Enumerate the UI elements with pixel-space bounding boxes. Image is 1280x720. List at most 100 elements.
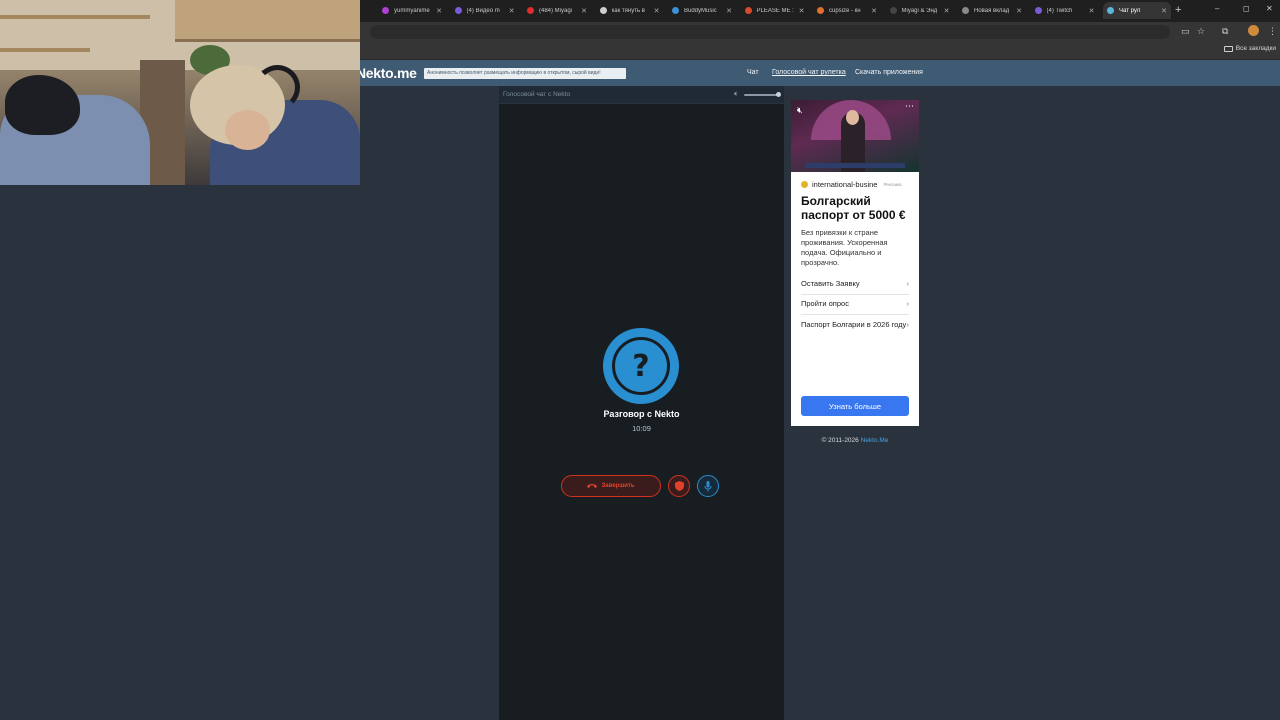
tab-title: PLEASE ME : [756, 7, 794, 14]
cam-cabinet [175, 0, 360, 42]
volume-slider-handle[interactable] [776, 92, 781, 97]
ad-video[interactable]: 🔇︎ ⋯ [791, 100, 919, 172]
anonymity-notice: Анонимность позволяет размещать информац… [424, 68, 626, 79]
browser-tab[interactable]: PLEASE ME : ✕ [741, 2, 809, 19]
ad-link-apply[interactable]: Оставить Заявку › [801, 279, 909, 295]
volume-slider[interactable] [744, 94, 778, 96]
cam-shelf [0, 48, 90, 52]
browser-tab[interactable]: BuddyMusic ✕ [668, 2, 736, 19]
ad-headline[interactable]: Болгарский паспорт от 5000 € [801, 194, 913, 222]
browser-tab[interactable]: Чат рул ✕ [1103, 2, 1171, 19]
browser-tab[interactable]: как тянуть в ✕ [596, 2, 664, 19]
peer-avatar: ? [603, 328, 679, 404]
nav-download-apps-link[interactable]: Скачать приложения [855, 69, 923, 76]
tab-favicon-icon [454, 7, 462, 14]
tab-favicon-icon [1107, 7, 1114, 14]
ad-person-face [846, 110, 859, 125]
tab-close-icon[interactable]: ✕ [1161, 7, 1167, 15]
tab-favicon-icon [744, 7, 752, 14]
tab-close-icon[interactable]: ✕ [436, 7, 442, 15]
tab-favicon-icon [527, 7, 534, 14]
tab-favicon-icon [599, 7, 607, 14]
tab-title: как тянуть в [611, 7, 645, 14]
footer-brand-link[interactable]: Nekto.Me [861, 437, 889, 444]
folder-icon [1223, 45, 1233, 52]
nav-voice-chat-link[interactable]: Голосовой чат рулетка [772, 69, 846, 76]
browser-tab[interactable]: cupsize - кн ✕ [813, 2, 881, 19]
unknown-peer-icon: ? [612, 337, 670, 395]
voice-chat-header: Голосовой чат с Nekto 🔈︎ [499, 86, 784, 104]
voice-chat-panel: Голосовой чат с Nekto 🔈︎ ? Разговор с Ne… [499, 86, 784, 720]
browser-tab[interactable]: (4) Twitch ✕ [1031, 2, 1099, 19]
copyright-text: © 2011-2026 [821, 437, 859, 444]
tab-title: Miyagi & Энд [901, 7, 938, 14]
tab-title: BuddyMusic [684, 7, 717, 14]
all-bookmarks-button[interactable]: Все закладки [1223, 45, 1276, 52]
advertiser-icon [801, 181, 808, 188]
cast-icon[interactable]: ▭ [1181, 26, 1190, 37]
ad-link-passport[interactable]: Паспорт Болгарии в 2026 году › [801, 320, 909, 335]
profile-avatar[interactable] [1248, 25, 1259, 36]
tab-title: (4) Видео m [466, 7, 500, 14]
more-dots-icon[interactable]: ⋯ [905, 101, 914, 112]
tab-favicon-icon [672, 7, 679, 14]
browser-tab[interactable]: (484) Miyagi ✕ [523, 2, 591, 19]
mute-icon[interactable]: 🔇︎ [797, 105, 803, 116]
ad-tag: Реклама [883, 182, 902, 187]
new-tab-button[interactable]: + [1175, 4, 1181, 16]
tab-close-icon[interactable]: ✕ [726, 7, 732, 15]
call-timer: 10:09 [632, 424, 651, 433]
tab-favicon-icon [889, 7, 897, 14]
hang-up-icon [587, 484, 598, 488]
nav-chat-link[interactable]: Чат [747, 69, 759, 76]
site-logo[interactable]: Nekto.me [356, 65, 417, 81]
cam-person-right-hand [225, 110, 270, 150]
minimize-button[interactable]: – [1215, 4, 1219, 13]
browser-tab[interactable]: Miyagi & Энд ✕ [886, 2, 954, 19]
tab-close-icon[interactable]: ✕ [581, 7, 587, 15]
webcam-overlay [0, 0, 360, 185]
browser-tab[interactable]: (4) Видео m ✕ [451, 2, 519, 19]
tab-favicon-icon [817, 7, 824, 14]
maximize-button[interactable]: ◻ [1243, 4, 1250, 13]
tab-close-icon[interactable]: ✕ [944, 7, 950, 15]
ad-source-label: international-busine [812, 180, 878, 189]
all-bookmarks-label: Все закладки [1235, 45, 1276, 52]
voice-chat-title: Голосовой чат с Nekto [503, 91, 571, 98]
address-bar[interactable] [370, 25, 1170, 39]
chevron-right-icon: › [906, 279, 910, 288]
ad-source[interactable]: international-busine Реклама [801, 180, 902, 189]
tab-favicon-icon [382, 7, 389, 14]
ad-subtitle-strip [805, 163, 905, 168]
tab-favicon-icon [962, 7, 969, 14]
chevron-right-icon: › [906, 320, 910, 329]
tab-favicon-icon [1034, 7, 1042, 14]
tab-close-icon[interactable]: ✕ [799, 7, 805, 15]
volume-icon[interactable]: 🔈︎ [734, 89, 739, 99]
tab-close-icon[interactable]: ✕ [871, 7, 877, 15]
shield-icon [674, 481, 684, 491]
bookmark-star-icon[interactable]: ☆ [1197, 26, 1205, 37]
conversation-title: Разговор с Nekto [603, 409, 680, 419]
report-button[interactable] [668, 475, 690, 497]
extensions-icon[interactable]: ⧉ [1222, 26, 1228, 37]
tab-close-icon[interactable]: ✕ [1089, 7, 1095, 15]
chevron-right-icon: › [906, 299, 910, 308]
end-call-label: Завершить [601, 483, 635, 489]
ad-link-label: Пройти опрос [801, 299, 849, 308]
end-call-button[interactable]: Завершить [561, 475, 661, 497]
tab-title: yummyanime [394, 7, 430, 14]
browser-tab[interactable]: Новая вклад ✕ [958, 2, 1026, 19]
menu-dots-icon[interactable]: ⋮ [1268, 26, 1277, 37]
ad-link-survey[interactable]: Пройти опрос › [801, 299, 909, 315]
close-window-button[interactable]: ✕ [1266, 4, 1273, 13]
browser-tab[interactable]: yummyanime ✕ [378, 2, 446, 19]
cam-person-left-head [5, 75, 80, 135]
tab-close-icon[interactable]: ✕ [509, 7, 515, 15]
tab-title: cupsize - кн [829, 7, 861, 14]
tab-close-icon[interactable]: ✕ [1016, 7, 1022, 15]
ad-banner[interactable]: 🔇︎ ⋯ international-busine Реклама Болгар… [791, 100, 919, 426]
ad-learn-more-button[interactable]: Узнать больше [801, 396, 909, 416]
microphone-button[interactable] [697, 475, 719, 497]
tab-close-icon[interactable]: ✕ [654, 7, 660, 15]
